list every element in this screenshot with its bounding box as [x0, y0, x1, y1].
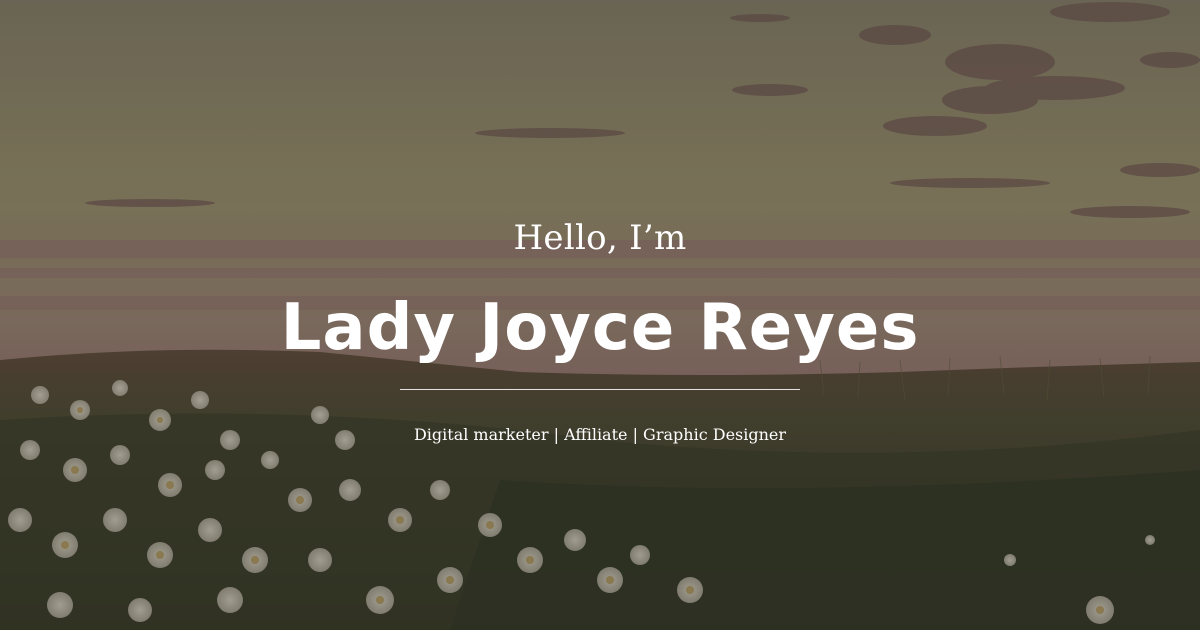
greeting-text: Hello, I’m	[513, 218, 687, 258]
tagline-text: Digital marketer | Affiliate | Graphic D…	[413, 425, 787, 444]
hero-content: Hello, I’m Lady Joyce Reyes Digital mark…	[0, 0, 1200, 630]
divider-line	[400, 389, 800, 390]
person-name-heading: Lady Joyce Reyes	[280, 291, 920, 365]
hero-section: Hello, I’m Lady Joyce Reyes Digital mark…	[0, 0, 1200, 630]
